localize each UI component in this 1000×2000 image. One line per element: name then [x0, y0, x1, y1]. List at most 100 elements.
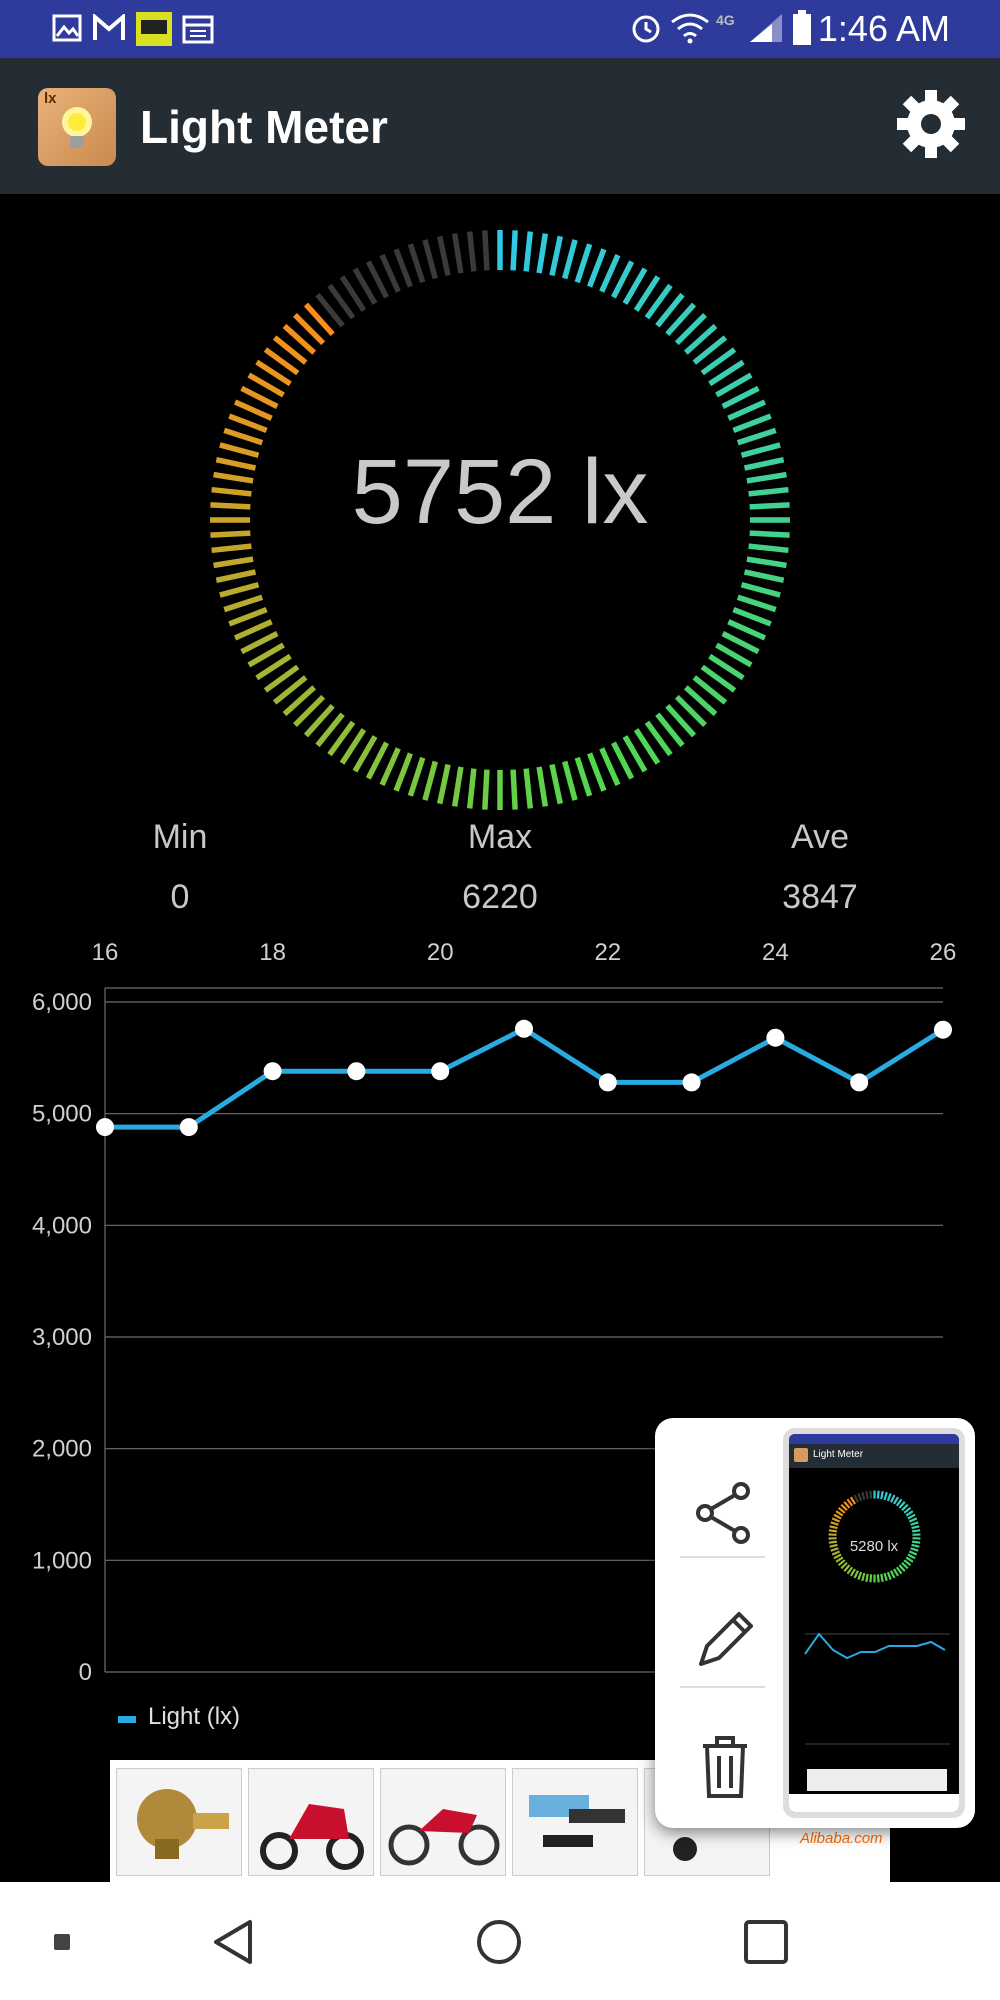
- thumbnail-gauge-segment: [835, 1510, 844, 1517]
- thumbnail-gauge-segment: [833, 1513, 842, 1520]
- thumbnail-chart: [804, 1632, 950, 1745]
- thumbnail-gauge-segment: [905, 1556, 914, 1563]
- max-value: 6220: [462, 878, 538, 916]
- x-tick-label: 22: [594, 939, 621, 966]
- thumbnail-gauge-segment: [835, 1556, 844, 1563]
- thumbnail-gauge-segment: [883, 1491, 888, 1501]
- gauge-segment: [437, 235, 451, 277]
- back-icon[interactable]: [210, 1918, 258, 1966]
- gauge-segment: [746, 556, 787, 569]
- thumbnail-gauge-segment: [849, 1568, 856, 1577]
- home-icon[interactable]: [475, 1918, 523, 1966]
- status-bar: 4G 1:46 AM: [0, 0, 1000, 58]
- thumbnail-gauge-segment: [861, 1572, 866, 1582]
- y-tick-label: 4,000: [32, 1212, 92, 1239]
- thumbnail-gauge-segment: [886, 1493, 892, 1502]
- gear-icon[interactable]: [895, 88, 967, 160]
- thumbnail-gauge-segment: [893, 1568, 900, 1577]
- edit-icon[interactable]: [685, 1600, 765, 1680]
- data-point: [934, 1020, 952, 1039]
- calendar-icon: [182, 15, 214, 44]
- data-point: [96, 1118, 114, 1137]
- gauge-segment: [599, 747, 621, 787]
- thumbnail-gauge-segment: [883, 1572, 888, 1582]
- gauge-segment: [437, 763, 451, 805]
- gauge-segment: [393, 248, 413, 288]
- thumbnail-gauge-segment: [830, 1521, 839, 1526]
- overview-icon[interactable]: [742, 1918, 790, 1966]
- thumbnail-gauge-segment: [886, 1571, 892, 1580]
- gauge-segment: [587, 752, 607, 792]
- alibaba-logo[interactable]: Alibaba.com: [800, 1830, 883, 1847]
- ad-item-electric-scooter[interactable]: [248, 1768, 374, 1876]
- x-tick-label: 20: [427, 939, 454, 966]
- x-tick-label: 16: [92, 939, 119, 966]
- thumbnail-gauge-segment: [831, 1517, 840, 1523]
- gauge-segment: [727, 399, 767, 421]
- gauge-segment: [407, 756, 426, 797]
- ad-item-oil-pressure-switch[interactable]: [116, 1768, 242, 1876]
- gauge-segment: [228, 413, 268, 433]
- thumbnail-gauge-segment: [853, 1570, 860, 1579]
- gauge-segment: [736, 594, 777, 613]
- gauge-segment: [536, 233, 549, 274]
- thumbnail-gauge-segment: [907, 1513, 916, 1520]
- gauge-segment: [549, 763, 563, 805]
- app-logo: lx: [38, 88, 116, 166]
- gauge-segment: [215, 569, 257, 583]
- thumbnail-gauge-segment: [911, 1525, 920, 1530]
- thumbnail-gauge-segment: [849, 1496, 856, 1505]
- thumbnail-gauge: [828, 1490, 921, 1583]
- gauge-segment: [549, 235, 563, 277]
- x-tick-label: 24: [762, 939, 789, 966]
- gauge-segment: [393, 752, 413, 792]
- thumbnail-gauge-segment: [907, 1553, 916, 1560]
- data-point: [515, 1019, 533, 1038]
- popup-divider: [680, 1556, 765, 1558]
- thumbnail-title: Light Meter: [813, 1449, 864, 1460]
- y-tick-label: 1,000: [32, 1547, 92, 1574]
- data-point: [766, 1028, 785, 1047]
- thumbnail-gauge-segment: [910, 1521, 919, 1526]
- gauge-segment: [523, 231, 534, 272]
- gauge-segment: [510, 230, 518, 271]
- thumbnail-gauge-segment: [905, 1510, 914, 1517]
- thumbnail-gauge-segment: [909, 1517, 918, 1523]
- signal-icon: [750, 14, 782, 42]
- gauge-segment: [574, 243, 593, 284]
- ave-value: 3847: [782, 878, 858, 916]
- thumbnail-gauge-segment: [865, 1573, 869, 1582]
- x-tick-label: 18: [259, 939, 286, 966]
- thumbnail-gauge-segment: [869, 1490, 873, 1499]
- thumbnail-gauge-segment: [880, 1491, 884, 1500]
- thumbnail-gauge-segment: [857, 1493, 863, 1502]
- battery-icon: [793, 10, 811, 45]
- thumbnail-gauge-segment: [829, 1525, 838, 1530]
- gauge-segment: [732, 607, 772, 627]
- ad-item-led-light-kit[interactable]: [512, 1768, 638, 1876]
- ad-item-motorcycle[interactable]: [380, 1768, 506, 1876]
- thumbnail-nav-bar: [789, 1794, 959, 1812]
- gauge-segment: [213, 556, 254, 569]
- gauge-segment: [451, 766, 464, 807]
- gauge-segment: [587, 248, 607, 288]
- delete-icon[interactable]: [685, 1728, 765, 1808]
- gallery-icon: [52, 14, 82, 42]
- legend-label: Light (lx): [148, 1703, 241, 1730]
- gauge-segment: [219, 582, 260, 598]
- min-value: 0: [170, 878, 190, 916]
- recents-dot[interactable]: [54, 1934, 70, 1950]
- gauge-segment: [422, 760, 438, 801]
- data-point: [263, 1062, 282, 1081]
- thumbnail-gauge-segment: [865, 1491, 869, 1500]
- screenshot-preview-popup: Light Meter 5280 lx: [655, 1418, 975, 1828]
- thumbnail-ad-strip: [807, 1769, 947, 1791]
- thumbnail-reading: 5280 lx: [849, 1538, 899, 1555]
- data-point: [598, 1073, 617, 1092]
- y-tick-label: 3,000: [32, 1324, 92, 1351]
- screenshot-thumbnail[interactable]: Light Meter 5280 lx: [783, 1428, 965, 1818]
- legend-swatch: [118, 1716, 136, 1723]
- share-icon[interactable]: [685, 1473, 765, 1553]
- gauge-segment: [743, 569, 785, 583]
- y-tick-label: 2,000: [32, 1436, 92, 1463]
